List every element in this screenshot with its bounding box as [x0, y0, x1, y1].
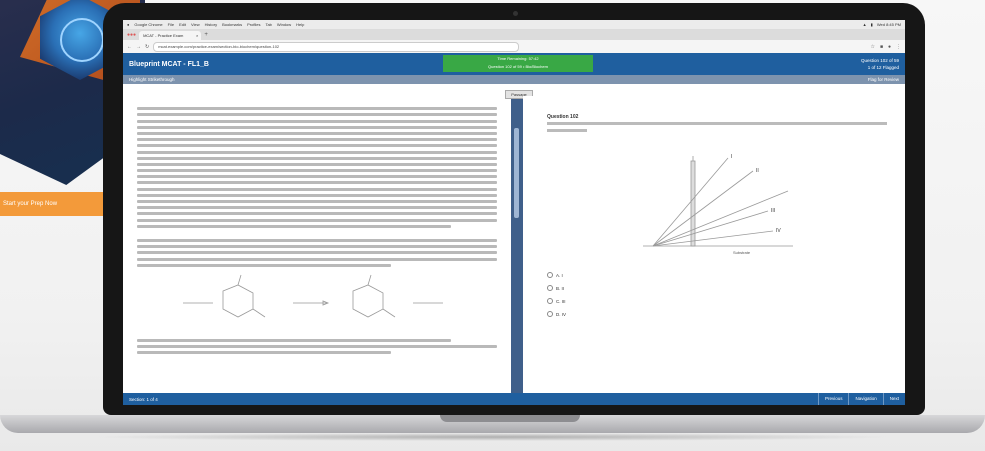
- passage-scrollbar[interactable]: [514, 128, 519, 218]
- flag-for-review-button[interactable]: Flag for Review: [868, 77, 899, 82]
- promo-tag[interactable]: Start your Prep Now: [0, 192, 113, 216]
- nav-buttons: Previous Navigation Next: [817, 393, 905, 405]
- figure-x-label: Substrate: [733, 250, 751, 255]
- apple-icon: ●: [127, 22, 130, 27]
- window-controls-icon[interactable]: ●●●: [127, 31, 136, 40]
- exam-toolbar: Highlight Strikethrough Flag for Review: [123, 75, 905, 84]
- os-menu-item[interactable]: Profiles: [247, 22, 260, 27]
- browser-tabstrip: ●●● MCAT - Practice Exam × +: [123, 29, 905, 40]
- timer-text: Time Remaining: 57:42: [497, 56, 539, 61]
- os-menu-bar: ● Google Chrome File Edit View History B…: [123, 20, 905, 29]
- laptop-bezel: ● Google Chrome File Edit View History B…: [103, 3, 925, 415]
- new-tab-icon[interactable]: +: [204, 31, 208, 40]
- reload-icon[interactable]: ↻: [145, 44, 149, 50]
- figure-label-I: I: [731, 154, 732, 160]
- question-label: Question 102: [547, 114, 579, 120]
- radio-icon[interactable]: [547, 311, 553, 317]
- figure-label-IV: IV: [776, 228, 781, 234]
- forward-icon[interactable]: →: [136, 44, 141, 50]
- laptop-shadow: [90, 433, 895, 441]
- bookmark-icon[interactable]: ☆: [870, 44, 874, 50]
- menu-icon[interactable]: ⋮: [896, 44, 901, 50]
- os-menu-item[interactable]: File: [168, 22, 174, 27]
- answer-option-a[interactable]: A. I: [547, 272, 563, 278]
- laptop-notch: [440, 415, 580, 422]
- answer-option-b[interactable]: B. II: [547, 285, 564, 291]
- line-II: [652, 170, 754, 247]
- brain-icon: [60, 18, 104, 62]
- extension-icon[interactable]: ■: [880, 44, 883, 50]
- browser-tab[interactable]: MCAT - Practice Exam ×: [139, 31, 202, 40]
- exam-header: Blueprint MCAT - FL1_B Time Remaining: 5…: [123, 53, 905, 75]
- figure-label-II: II: [756, 168, 759, 174]
- extensions-area: ☆ ■ ● ⋮: [870, 44, 901, 50]
- exam-bottom-bar: Section: 1 of 4 Previous Navigation Next: [123, 393, 905, 405]
- wifi-icon[interactable]: ▲: [863, 22, 867, 27]
- passage-paragraph-3: [123, 338, 511, 355]
- radio-icon[interactable]: [547, 285, 553, 291]
- laptop-screen: ● Google Chrome File Edit View History B…: [123, 20, 905, 405]
- chemical-reaction-diagram: [183, 274, 443, 318]
- question-counter: Question 102 of 59: [860, 58, 899, 63]
- passage-pane: [123, 96, 511, 393]
- os-status-area: ▲ ▮ Wed 8:45 PM: [863, 22, 905, 27]
- address-bar[interactable]: mcat.example.com/practice-exam/section-b…: [153, 41, 520, 52]
- question-figure: I II III IV Substrate: [643, 154, 793, 255]
- question-stem: [547, 122, 887, 136]
- os-menu-item[interactable]: Help: [296, 22, 304, 27]
- line-I: [652, 157, 729, 247]
- timer-box: Time Remaining: 57:42 Question 102 of 59…: [443, 55, 593, 72]
- line-III: [652, 210, 769, 247]
- answer-option-c[interactable]: C. III: [547, 298, 566, 304]
- os-menu-item[interactable]: Google Chrome: [134, 22, 162, 27]
- os-menu-item[interactable]: Tab: [265, 22, 271, 27]
- browser-toolbar: ← → ↻ mcat.example.com/practice-exam/sec…: [123, 40, 905, 53]
- os-menu-item[interactable]: Edit: [179, 22, 186, 27]
- os-menu-item[interactable]: Window: [277, 22, 291, 27]
- section-indicator: Section: 1 of 4: [129, 396, 158, 402]
- passage-paragraph-1: [123, 107, 511, 228]
- os-menu-item[interactable]: Bookmarks: [222, 22, 242, 27]
- figure-label-III: III: [771, 208, 775, 214]
- answer-option-d[interactable]: D. IV: [547, 311, 566, 317]
- next-button[interactable]: Next: [882, 393, 905, 405]
- exam-panes: Passage Question 102 I II III IV Substra…: [123, 90, 905, 393]
- radio-icon[interactable]: [547, 272, 553, 278]
- camera-icon: [513, 11, 518, 16]
- os-menu-item[interactable]: History: [205, 22, 217, 27]
- close-icon[interactable]: ×: [196, 31, 198, 40]
- flag-counter: 1 of 12 Flagged: [867, 65, 899, 70]
- radio-icon[interactable]: [547, 298, 553, 304]
- tab-title: MCAT - Practice Exam: [143, 33, 184, 38]
- os-clock: Wed 8:45 PM: [876, 22, 901, 27]
- highlight-tools[interactable]: Highlight Strikethrough: [129, 77, 175, 82]
- battery-icon[interactable]: ▮: [871, 22, 873, 27]
- profile-icon[interactable]: ●: [888, 44, 891, 50]
- exam-title: Blueprint MCAT - FL1_B: [129, 60, 209, 68]
- navigation-button[interactable]: Navigation: [848, 393, 882, 405]
- previous-button[interactable]: Previous: [817, 393, 849, 405]
- passage-paragraph-2: [123, 238, 511, 267]
- back-icon[interactable]: ←: [127, 44, 132, 50]
- header-status: Question 102 of 59 1 of 12 Flagged: [861, 57, 905, 71]
- os-menu-item[interactable]: View: [191, 22, 200, 27]
- question-pane: Question 102 I II III IV Substrate A. I …: [523, 96, 905, 393]
- progress-text: Question 102 of 59 • Bio/Biochem: [488, 64, 548, 69]
